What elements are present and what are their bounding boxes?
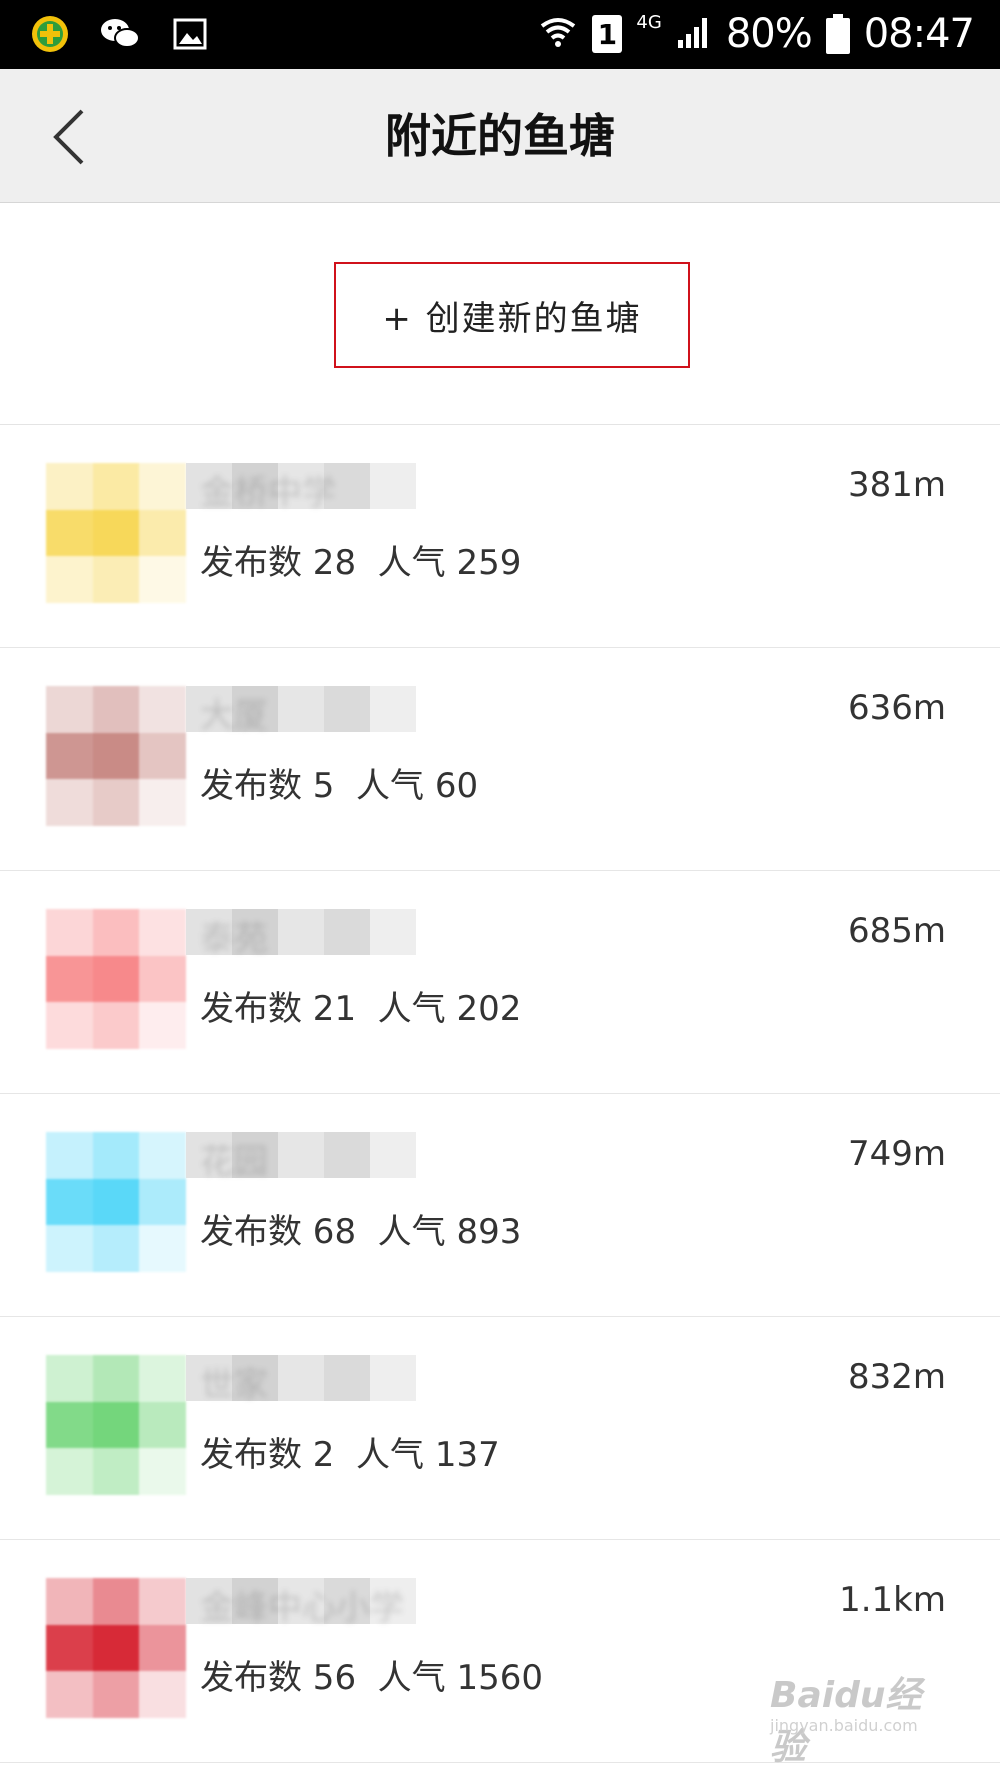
- pond-distance: 749m: [847, 1134, 946, 1174]
- status-bar: 1 4G 80% 08:47: [0, 0, 1000, 69]
- pond-stats: 发布数 5 人气 60: [200, 766, 479, 806]
- pond-thumbnail: [46, 463, 186, 603]
- pond-list: 金桥中学发布数 28 人气 259 381m 大厦发布数 5 人气 60 636m 泰苑…: [0, 425, 1000, 1763]
- pond-list-item[interactable]: 金桥中学发布数 28 人气 259 381m: [0, 425, 1000, 648]
- wifi-icon: [538, 12, 578, 56]
- sim-slot-indicator: 1: [592, 15, 623, 53]
- pond-stats: 发布数 28 人气 259: [200, 543, 522, 583]
- pond-name: 花园: [200, 1142, 268, 1182]
- pond-name: 世家: [200, 1365, 268, 1405]
- pond-thumbnail: [46, 1355, 186, 1495]
- pond-distance: 381m: [847, 465, 946, 505]
- pond-stats: 发布数 68 人气 893: [200, 1212, 522, 1252]
- pond-distance: 636m: [847, 688, 946, 728]
- gallery-icon: [170, 14, 210, 54]
- watermark-url: jingyan.baidu.com: [770, 1716, 918, 1735]
- battery-percent: 80%: [725, 11, 813, 57]
- pond-thumbnail: [46, 909, 186, 1049]
- pond-stats: 发布数 21 人气 202: [200, 989, 522, 1029]
- baidu-watermark: Baidu经验 jingyan.baidu.com: [750, 1666, 950, 1768]
- battery-icon: [825, 14, 850, 54]
- status-indicators: 1 4G 80% 08:47: [538, 8, 975, 60]
- wechat-icon: [100, 14, 140, 54]
- signal-icon: [676, 14, 712, 54]
- nav-bar: 附近的鱼塘: [0, 69, 1000, 203]
- pond-distance: 685m: [847, 911, 946, 951]
- create-pond-button[interactable]: + 创建新的鱼塘: [334, 262, 690, 368]
- pond-list-item[interactable]: 大厦发布数 5 人气 60 636m: [0, 648, 1000, 871]
- create-area: + 创建新的鱼塘: [0, 203, 1000, 425]
- pond-list-item[interactable]: 花园发布数 68 人气 893 749m: [0, 1094, 1000, 1317]
- pond-distance: 1.1km: [839, 1580, 946, 1620]
- pond-thumbnail: [46, 686, 186, 826]
- page-title: 附近的鱼塘: [385, 109, 615, 163]
- status-app-icons: [30, 14, 210, 54]
- network-type: 4G: [636, 11, 662, 33]
- 360-security-icon: [30, 14, 70, 54]
- pond-stats: 发布数 56 人气 1560: [200, 1658, 544, 1698]
- pond-distance: 832m: [847, 1357, 946, 1397]
- pond-thumbnail: [46, 1578, 186, 1718]
- pond-name: 大厦: [200, 696, 268, 736]
- pond-list-item[interactable]: 世家发布数 2 人气 137 832m: [0, 1317, 1000, 1540]
- pond-thumbnail: [46, 1132, 186, 1272]
- pond-stats: 发布数 2 人气 137: [200, 1435, 500, 1475]
- pond-name: 金峰中心小学: [200, 1588, 404, 1628]
- pond-name: 金桥中学: [200, 473, 336, 513]
- pond-name: 泰苑: [200, 919, 268, 959]
- pond-list-item[interactable]: 泰苑发布数 21 人气 202 685m: [0, 871, 1000, 1094]
- clock: 08:47: [863, 11, 975, 57]
